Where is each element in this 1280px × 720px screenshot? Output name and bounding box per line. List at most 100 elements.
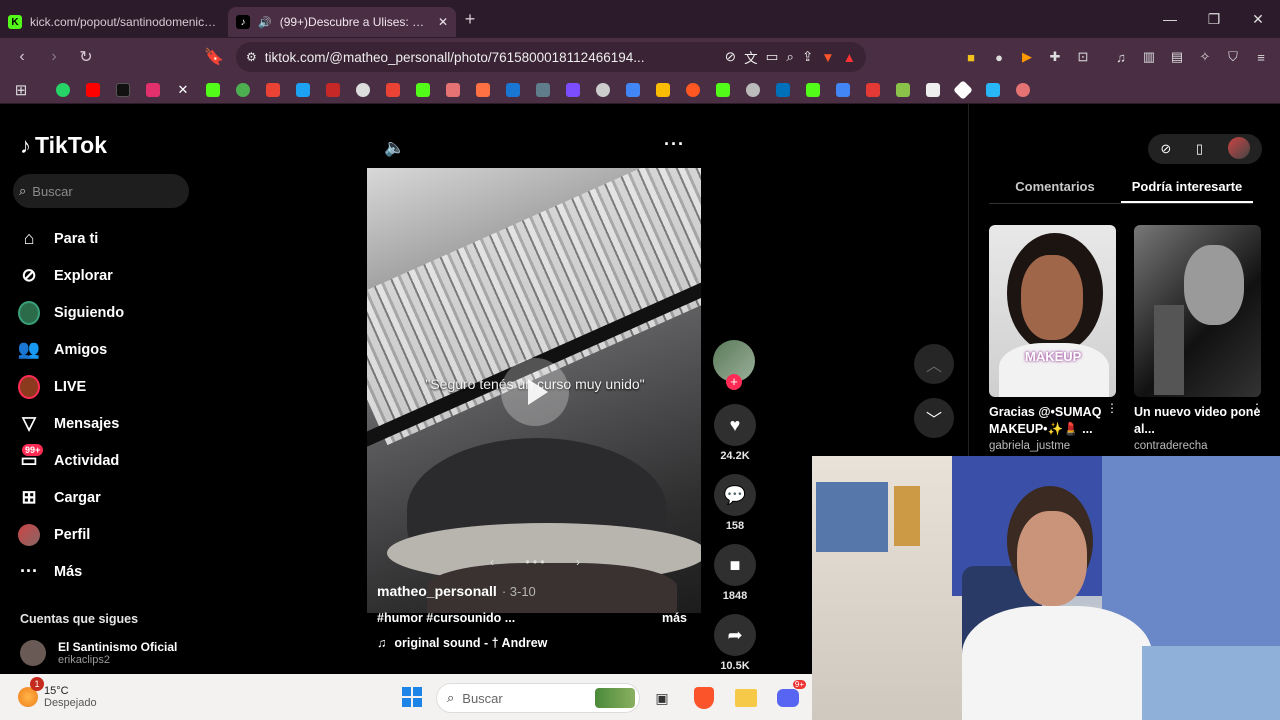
bookmark-icon-24[interactable]	[742, 79, 764, 101]
extension-2-icon[interactable]: ●	[988, 46, 1010, 68]
brave-taskbar-icon[interactable]	[690, 684, 718, 712]
comment-action[interactable]: 💬 158	[713, 474, 757, 532]
windows-start-icon[interactable]	[402, 687, 422, 707]
nav-item-cargar[interactable]: ⊞ Cargar	[18, 479, 198, 516]
like-action[interactable]: ♥ 24.2K	[713, 404, 757, 462]
post-sound[interactable]: ♫ original sound - † Andrew	[377, 636, 547, 650]
close-window-icon[interactable]: ✕	[1236, 11, 1280, 28]
new-tab-button[interactable]: +	[456, 9, 484, 30]
address-bar[interactable]: ⚙ tiktok.com/@matheo_personall/photo/761…	[236, 42, 866, 72]
post-hashtags[interactable]: #humor #cursounido ...	[377, 611, 515, 625]
bookmark-docs-2-icon[interactable]	[832, 79, 854, 101]
translate-icon[interactable]: 文	[744, 47, 758, 67]
extensions-puzzle-icon[interactable]: ✚	[1044, 46, 1066, 68]
site-settings-icon[interactable]: ⚙	[246, 50, 257, 64]
suggestion-user[interactable]: contraderecha	[1134, 440, 1261, 452]
bookmark-icon-30[interactable]	[922, 79, 944, 101]
leo-ai-icon[interactable]: ✧	[1194, 46, 1216, 68]
bookmark-tiktok-icon[interactable]	[112, 79, 134, 101]
extension-1-icon[interactable]: ■	[960, 46, 982, 68]
suggestion-user[interactable]: gabriela_justme	[989, 440, 1116, 452]
tab-podria-interesarte[interactable]: Podría interesarte	[1121, 172, 1253, 203]
more-options-icon[interactable]: ···	[664, 134, 685, 155]
apps-grid-icon[interactable]: ⊞	[10, 79, 32, 101]
task-view-icon[interactable]: ▣	[648, 684, 676, 712]
author-username[interactable]: matheo_personall	[377, 583, 497, 599]
bookmark-icon-9[interactable]	[292, 79, 314, 101]
bookmark-openai-icon[interactable]	[592, 79, 614, 101]
tiktok-logo[interactable]: ♪ TikTok	[20, 132, 107, 159]
bookmark-kick-2-icon[interactable]	[412, 79, 434, 101]
suggestion-menu-icon[interactable]: ⋮	[1251, 401, 1263, 415]
nav-item-mas[interactable]: ··· Más	[18, 553, 198, 590]
bookmark-whatsapp-icon[interactable]	[52, 79, 74, 101]
tab-kick[interactable]: K kick.com/popout/santinodomenichini	[0, 7, 228, 37]
bookmark-save-icon[interactable]: ■	[714, 544, 756, 586]
comment-icon[interactable]: 💬	[714, 474, 756, 516]
bookmark-docs-icon[interactable]	[622, 79, 644, 101]
speaker-icon[interactable]: 🔊	[258, 16, 272, 29]
bookmark-kick-icon[interactable]	[202, 79, 224, 101]
bookmark-icon-17[interactable]	[532, 79, 554, 101]
suggestion-card[interactable]: MAKEUP Gracias @•SUMAQ MAKEUP•✨💄 ... gab…	[989, 225, 1118, 452]
media-icon[interactable]: ♫	[1110, 46, 1132, 68]
bookmark-icon-11[interactable]	[352, 79, 374, 101]
bookmark-icon-23[interactable]	[712, 79, 734, 101]
bookmark-icon-15[interactable]	[472, 79, 494, 101]
bookmark-icon[interactable]: 🔖	[200, 43, 228, 71]
bookmark-icon-29[interactable]	[892, 79, 914, 101]
nav-item-perfil[interactable]: Perfil	[18, 516, 198, 553]
following-account[interactable]: El Santinismo Oficial erikaclips2	[20, 640, 177, 666]
url-text[interactable]: tiktok.com/@matheo_personall/photo/76158…	[265, 50, 717, 65]
follow-plus-icon[interactable]: +	[726, 374, 742, 390]
nav-item-siguiendo[interactable]: Siguiendo	[18, 294, 198, 331]
screenshot-icon[interactable]: ⊡	[1072, 46, 1094, 68]
no-tracking-icon[interactable]: ⊘	[725, 49, 736, 65]
bookmark-youtube-icon[interactable]	[82, 79, 104, 101]
profile-avatar[interactable]	[1227, 136, 1250, 162]
search-input[interactable]: ⌕ Buscar	[13, 174, 189, 208]
nav-item-actividad[interactable]: ▭ 99+ Actividad	[18, 442, 198, 479]
bookmark-instagram-icon[interactable]	[142, 79, 164, 101]
bookmark-icon-22[interactable]	[682, 79, 704, 101]
bookmark-icon-7[interactable]	[232, 79, 254, 101]
volume-icon[interactable]: 🔈	[384, 138, 405, 158]
bookmark-x-icon[interactable]: ✕	[172, 79, 194, 101]
suggestion-thumbnail[interactable]	[1134, 225, 1261, 397]
bookmark-icon-33[interactable]	[1012, 79, 1034, 101]
bookmark-icon-21[interactable]	[652, 79, 674, 101]
creator-avatar[interactable]: +	[713, 340, 755, 390]
close-tab-icon[interactable]: ✕	[438, 15, 448, 29]
wallet-icon[interactable]: ▤	[1166, 46, 1188, 68]
maximize-icon[interactable]: ❐	[1192, 11, 1236, 28]
bookmark-paypal-icon[interactable]	[772, 79, 794, 101]
bookmark-icon-32[interactable]	[982, 79, 1004, 101]
tab-comentarios[interactable]: Comentarios	[989, 172, 1121, 203]
nav-item-live[interactable]: LIVE	[18, 368, 198, 405]
zoom-icon[interactable]: ⌕	[786, 49, 794, 65]
forward-icon[interactable]: ›	[40, 43, 68, 71]
suggestion-menu-icon[interactable]: ⋮	[1106, 401, 1118, 415]
share-arrow-icon[interactable]: ➦	[714, 614, 756, 656]
vpn-icon[interactable]: ⛉	[1222, 46, 1244, 68]
bookmark-icon-10[interactable]	[322, 79, 344, 101]
nav-item-para-ti[interactable]: ⌂ Para ti	[18, 220, 198, 257]
previous-post-button[interactable]: ︿	[914, 344, 954, 384]
discord-icon[interactable]: 9+	[774, 680, 806, 712]
suggestion-card[interactable]: Un nuevo video pone al... contraderecha …	[1134, 225, 1263, 452]
bookmark-gmail-2-icon[interactable]	[382, 79, 404, 101]
bookmark-icon-14[interactable]	[442, 79, 464, 101]
weather-widget[interactable]: 1 15°C Despejado	[18, 677, 97, 709]
nav-item-amigos[interactable]: 👥 Amigos	[18, 331, 198, 368]
brave-shield-icon[interactable]: ▼	[821, 50, 834, 65]
share-icon[interactable]: ⇪	[802, 49, 813, 65]
suggestion-thumbnail[interactable]: MAKEUP	[989, 225, 1116, 397]
file-explorer-icon[interactable]	[732, 684, 760, 712]
bookmark-icon-28[interactable]	[862, 79, 884, 101]
previous-photo-icon[interactable]: ‹	[490, 555, 494, 569]
nav-item-explorar[interactable]: ⊘ Explorar	[18, 257, 198, 294]
bookmark-icon-16[interactable]	[502, 79, 524, 101]
tab-tiktok[interactable]: ♪ 🔊 (99+)Descubre a Ulises: Un Tiktok ✕	[228, 7, 456, 37]
device-icon[interactable]: ▯	[1196, 141, 1203, 157]
reload-icon[interactable]: ↻	[72, 43, 100, 71]
